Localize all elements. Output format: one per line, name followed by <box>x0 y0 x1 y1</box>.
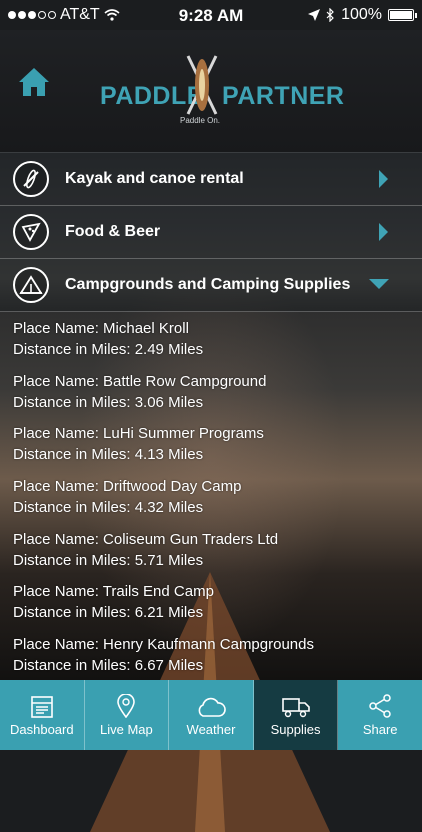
place-distance: Distance in Miles: 6.67 Miles <box>13 657 204 674</box>
tab-label: Live Map <box>100 722 153 737</box>
place-distance: Distance in Miles: 4.13 Miles <box>13 446 204 463</box>
home-icon[interactable] <box>18 66 50 98</box>
chevron-right-icon <box>379 223 388 241</box>
battery-percent: 100% <box>341 6 382 23</box>
place-name: Place Name: Driftwood Day Camp <box>13 478 242 495</box>
list-item[interactable]: Place Name: Henry Kaufmann Campgrounds D… <box>13 634 314 676</box>
tab-weather[interactable]: Weather <box>169 680 254 750</box>
tab-bar: Dashboard Live Map Weather Supplies Shar… <box>0 680 422 750</box>
app-header: PADDLE PARTNER Paddle On. <box>0 30 422 153</box>
dashboard-icon <box>30 696 53 718</box>
tab-supplies[interactable]: Supplies <box>253 680 339 750</box>
tab-dashboard[interactable]: Dashboard <box>0 680 85 750</box>
place-distance: Distance in Miles: 3.06 Miles <box>13 394 204 411</box>
tab-label: Share <box>362 722 398 737</box>
logo-word-partner: PARTNER <box>222 82 345 110</box>
cloud-icon <box>198 697 226 717</box>
logo-tagline: Paddle On. <box>180 116 221 125</box>
kayak-icon <box>13 161 49 197</box>
pizza-icon <box>13 214 49 250</box>
place-name: Place Name: Henry Kaufmann Campgrounds <box>13 636 314 653</box>
paddle-logo-icon <box>186 55 218 115</box>
place-distance: Distance in Miles: 5.71 Miles <box>13 552 204 569</box>
list-item[interactable]: Place Name: Battle Row Campground Distan… <box>13 371 266 413</box>
place-name: Place Name: Coliseum Gun Traders Ltd <box>13 531 279 548</box>
share-icon <box>369 694 391 718</box>
tent-icon <box>13 267 49 303</box>
tab-share[interactable]: Share <box>338 680 422 750</box>
category-food-beer[interactable]: Food & Beer <box>0 206 422 259</box>
list-item[interactable]: Place Name: LuHi Summer Programs Distanc… <box>13 423 264 465</box>
place-name: Place Name: Trails End Camp <box>13 583 214 600</box>
place-name: Place Name: LuHi Summer Programs <box>13 425 264 442</box>
place-name: Place Name: Michael Kroll <box>13 320 189 337</box>
bluetooth-icon <box>326 8 334 22</box>
list-item[interactable]: Place Name: Michael Kroll Distance in Mi… <box>13 318 203 360</box>
chevron-down-icon <box>369 279 389 289</box>
tab-label: Weather <box>186 722 236 737</box>
location-arrow-icon <box>308 9 321 21</box>
place-distance: Distance in Miles: 2.49 Miles <box>13 341 204 358</box>
category-kayak-rental[interactable]: Kayak and canoe rental <box>0 153 422 206</box>
list-item[interactable]: Place Name: Driftwood Day Camp Distance … <box>13 476 241 518</box>
status-bar: AT&T 9:28 AM 100% <box>0 0 422 30</box>
list-item[interactable]: Place Name: Trails End Camp Distance in … <box>13 581 214 623</box>
category-campgrounds[interactable]: Campgrounds and Camping Supplies <box>0 259 422 312</box>
category-label: Kayak and canoe rental <box>65 170 244 187</box>
chevron-right-icon <box>379 170 388 188</box>
place-distance: Distance in Miles: 6.21 Miles <box>13 604 204 621</box>
category-label: Campgrounds and Camping Supplies <box>65 276 351 293</box>
tab-label: Supplies <box>270 722 321 737</box>
list-item[interactable]: Place Name: Coliseum Gun Traders Ltd Dis… <box>13 529 278 571</box>
places-list: Place Name: Michael Kroll Distance in Mi… <box>0 311 422 680</box>
map-pin-icon <box>117 694 136 718</box>
app-logo: PADDLE PARTNER Paddle On. <box>100 50 344 150</box>
truck-icon <box>281 698 310 718</box>
place-name: Place Name: Battle Row Campground <box>13 373 267 390</box>
battery-icon <box>388 9 417 21</box>
tab-label: Dashboard <box>9 722 74 737</box>
category-label: Food & Beer <box>65 223 161 240</box>
place-distance: Distance in Miles: 4.32 Miles <box>13 499 204 516</box>
tab-live-map[interactable]: Live Map <box>85 680 170 750</box>
